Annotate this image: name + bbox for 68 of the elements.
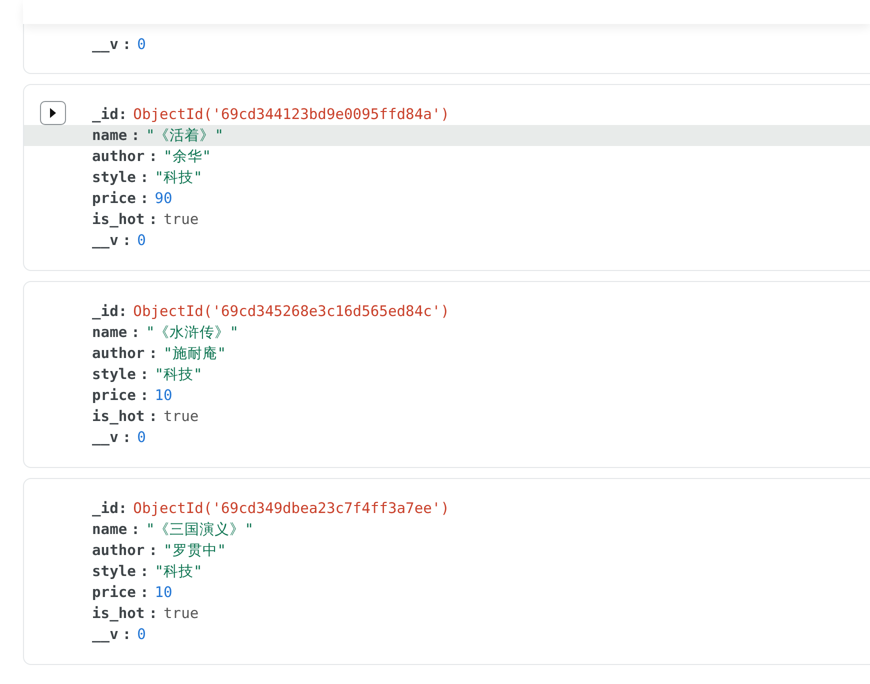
field-value: "科技" [154, 168, 202, 188]
colon: : [118, 302, 128, 322]
field-key: author [92, 343, 145, 364]
field-key: name [92, 322, 128, 343]
field-key: _id [92, 301, 118, 322]
field-value: true [164, 210, 199, 230]
field-value: "施耐庵" [164, 344, 226, 364]
colon: : [122, 625, 132, 645]
field-value: ObjectId('69cd345268e3c16d565ed84c') [133, 302, 450, 322]
colon: : [118, 105, 128, 125]
colon: : [131, 323, 140, 343]
colon: : [131, 126, 140, 146]
field-value: "科技" [154, 562, 202, 582]
field-key: author [92, 540, 145, 561]
colon: : [140, 189, 149, 209]
field-value: 10 [154, 386, 172, 406]
field-key: is_hot [92, 209, 145, 230]
colon: : [122, 428, 132, 448]
colon: : [148, 147, 158, 167]
field-value: "科技" [154, 365, 202, 385]
colon: : [118, 499, 128, 519]
colon: : [140, 365, 149, 385]
field-key: __v [92, 624, 118, 645]
colon: : [148, 604, 158, 624]
field-value: 90 [154, 189, 172, 209]
colon: : [140, 168, 149, 188]
field-key: price [92, 385, 136, 406]
field-key: style [92, 364, 136, 385]
field-value: 0 [137, 35, 146, 55]
field-value: true [164, 407, 199, 427]
field-value: 0 [137, 231, 146, 251]
colon: : [140, 562, 149, 582]
colon: : [148, 541, 158, 561]
colon: : [148, 407, 158, 427]
field-key: __v [92, 427, 118, 448]
field-key: price [92, 188, 136, 209]
field-key: price [92, 582, 136, 603]
field-key: style [92, 167, 136, 188]
field-key: style [92, 561, 136, 582]
field-value: "罗贯中" [164, 541, 226, 561]
colon: : [122, 231, 132, 251]
field-value: "《三国演义》" [146, 520, 254, 540]
field-key: __v [92, 34, 118, 55]
colon: : [148, 210, 158, 230]
colon: : [140, 386, 149, 406]
field-key: name [92, 519, 128, 540]
field-key: __v [92, 230, 118, 251]
colon: : [122, 35, 132, 55]
colon: : [148, 344, 158, 364]
field-key: is_hot [92, 603, 145, 624]
field-value: 0 [137, 428, 146, 448]
field-value: "《活着》" [146, 126, 224, 146]
field-value: true [164, 604, 199, 624]
field-key: is_hot [92, 406, 145, 427]
field-value: ObjectId('69cd344123bd9e0095ffd84a') [133, 105, 450, 125]
field-key: _id [92, 498, 118, 519]
field-key: author [92, 146, 145, 167]
field-value: ObjectId('69cd349dbea23c7f4ff3a7ee') [133, 499, 450, 519]
colon: : [140, 583, 149, 603]
caret-icon [49, 108, 57, 118]
field-key: name [92, 125, 128, 146]
colon: : [131, 520, 140, 540]
field-value: "余华" [164, 147, 212, 167]
field-value: 10 [154, 583, 172, 603]
field-key: _id [92, 104, 118, 125]
field-value: 0 [137, 625, 146, 645]
field-value: "《水浒传》" [146, 323, 239, 343]
expand-button[interactable] [40, 101, 66, 125]
